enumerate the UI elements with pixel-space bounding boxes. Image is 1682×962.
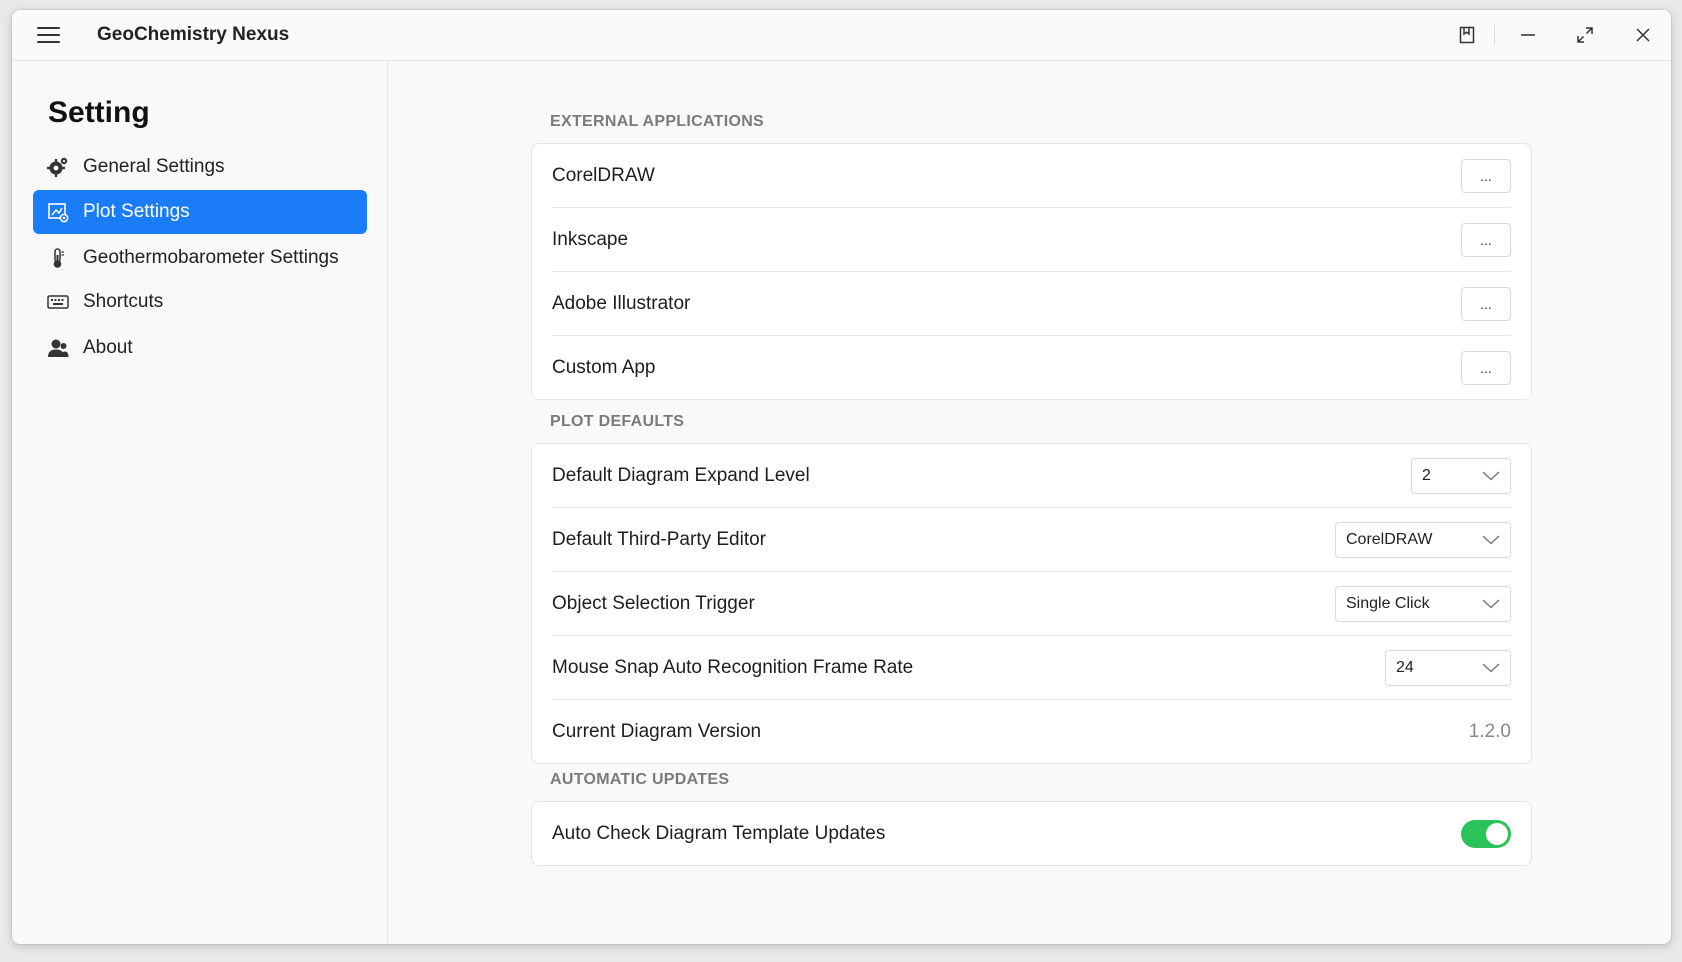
toggle-knob (1486, 822, 1508, 845)
sidebar-item-general-settings[interactable]: General Settings (33, 145, 367, 189)
sidebar-title: Setting (48, 96, 150, 129)
titlebar-divider (1494, 25, 1495, 45)
select-value: 24 (1396, 658, 1414, 676)
sidebar-item-label: Geothermobarometer Settings (83, 247, 339, 268)
automatic-updates-card: Auto Check Diagram Template Updates (531, 801, 1532, 866)
section-label-automatic-updates: AUTOMATIC UPDATES (550, 771, 730, 788)
frame-rate-select[interactable]: 24 (1385, 649, 1511, 686)
chevron-down-icon (1482, 662, 1500, 672)
row-label: Object Selection Trigger (552, 592, 755, 614)
row-label: CorelDRAW (552, 164, 655, 186)
plot-defaults-card: Default Diagram Expand Level 2 Default T… (531, 443, 1532, 764)
browse-coreldraw-button[interactable]: ... (1461, 158, 1511, 193)
bookmark-icon[interactable] (1445, 20, 1489, 50)
list-item: Current Diagram Version 1.2.0 (552, 699, 1511, 763)
auto-check-updates-toggle[interactable] (1461, 819, 1511, 848)
select-value: 2 (1422, 466, 1431, 484)
minimize-icon[interactable] (1506, 20, 1550, 50)
sidebar-item-plot-settings[interactable]: Plot Settings (33, 190, 367, 234)
browse-inkscape-button[interactable]: ... (1461, 222, 1511, 257)
sidebar-item-shortcuts[interactable]: Shortcuts (33, 280, 367, 324)
sidebar-item-label: About (83, 337, 133, 358)
external-applications-card: CorelDRAW ... Inkscape ... Adobe Illustr… (531, 143, 1532, 400)
sidebar-item-label: Plot Settings (83, 201, 190, 222)
section-label-plot-defaults: PLOT DEFAULTS (550, 413, 685, 430)
maximize-icon[interactable] (1563, 20, 1607, 50)
row-label: Inkscape (552, 228, 629, 250)
person-icon (47, 337, 69, 359)
section-label-external-applications: EXTERNAL APPLICATIONS (550, 113, 765, 130)
list-item: Default Diagram Expand Level 2 (552, 444, 1511, 507)
row-label: Mouse Snap Auto Recognition Frame Rate (552, 656, 914, 678)
list-item: CorelDRAW ... (552, 144, 1511, 207)
row-label: Default Diagram Expand Level (552, 464, 810, 486)
select-value: Single Click (1346, 594, 1430, 612)
list-item: Inkscape ... (552, 207, 1511, 271)
diagram-version-value: 1.2.0 (1468, 720, 1511, 742)
list-item: Mouse Snap Auto Recognition Frame Rate 2… (552, 635, 1511, 699)
list-item: Auto Check Diagram Template Updates (552, 802, 1511, 865)
row-label: Default Third-Party Editor (552, 528, 767, 550)
close-icon[interactable] (1621, 20, 1665, 50)
thermometer-icon (47, 247, 69, 269)
row-label: Custom App (552, 356, 656, 378)
row-label: Auto Check Diagram Template Updates (552, 822, 886, 844)
chevron-down-icon (1482, 534, 1500, 544)
sidebar-item-label: Shortcuts (83, 291, 164, 312)
browse-custom-app-button[interactable]: ... (1461, 350, 1511, 385)
app-title: GeoChemistry Nexus (97, 24, 290, 45)
app-window: GeoChemistry Nexus Setting General Setti… (12, 10, 1671, 944)
third-party-editor-select[interactable]: CorelDRAW (1335, 521, 1511, 558)
keyboard-icon (47, 291, 69, 313)
list-item: Custom App ... (552, 335, 1511, 399)
title-bar: GeoChemistry Nexus (12, 10, 1671, 61)
hamburger-menu-icon[interactable] (37, 23, 67, 47)
row-label: Adobe Illustrator (552, 292, 691, 314)
browse-illustrator-button[interactable]: ... (1461, 286, 1511, 321)
select-value: CorelDRAW (1346, 530, 1433, 548)
expand-level-select[interactable]: 2 (1411, 457, 1511, 494)
row-label: Current Diagram Version (552, 720, 762, 742)
plot-settings-icon (47, 201, 69, 223)
sidebar-item-geothermobarometer-settings[interactable]: Geothermobarometer Settings (33, 236, 367, 280)
list-item: Adobe Illustrator ... (552, 271, 1511, 335)
sidebar-item-label: General Settings (83, 156, 225, 177)
chevron-down-icon (1482, 598, 1500, 608)
gear-icon (47, 156, 69, 178)
list-item: Default Third-Party Editor CorelDRAW (552, 507, 1511, 571)
chevron-down-icon (1482, 470, 1500, 480)
sidebar: Setting General Settings Plot Settings G… (12, 61, 388, 944)
list-item: Object Selection Trigger Single Click (552, 571, 1511, 635)
selection-trigger-select[interactable]: Single Click (1335, 585, 1511, 622)
sidebar-item-about[interactable]: About (33, 326, 367, 370)
